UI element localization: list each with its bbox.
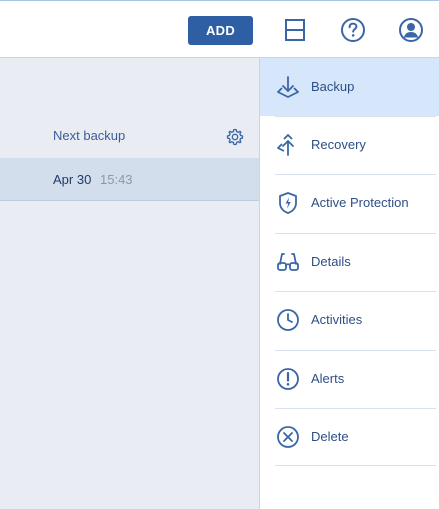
menu-item-label: Recovery — [311, 137, 366, 152]
divider — [275, 291, 436, 292]
divider — [275, 465, 436, 466]
menu-item-label: Active Protection — [311, 195, 409, 210]
divider — [275, 174, 436, 175]
account-icon[interactable] — [398, 17, 424, 43]
alert-icon — [276, 367, 300, 391]
gear-icon[interactable] — [226, 128, 244, 146]
backup-row[interactable]: Apr 30 15:43 — [0, 158, 259, 201]
add-button[interactable]: ADD — [188, 16, 253, 45]
next-backup-label: Next backup — [53, 128, 126, 143]
action-menu: Backup Recovery Active Protection Detail… — [259, 58, 439, 509]
shield-icon — [276, 191, 300, 215]
menu-item-label: Backup — [311, 79, 355, 94]
divider — [275, 350, 436, 351]
menu-item-activities[interactable]: Activities — [260, 291, 439, 349]
menu-item-label: Alerts — [311, 371, 345, 386]
help-icon[interactable] — [340, 17, 366, 43]
menu-item-label: Details — [311, 254, 351, 269]
menu-item-recovery[interactable]: Recovery — [260, 116, 439, 174]
backup-time: 15:43 — [100, 172, 133, 187]
glasses-icon — [276, 250, 300, 274]
recovery-icon — [276, 133, 300, 157]
backup-icon — [276, 75, 300, 99]
divider — [275, 408, 436, 409]
menu-item-active-protection[interactable]: Active Protection — [260, 174, 439, 232]
plan-panel: Next backup Apr 30 15:43 — [0, 58, 259, 509]
menu-item-backup[interactable]: Backup — [260, 58, 439, 116]
menu-item-details[interactable]: Details — [260, 233, 439, 291]
clock-icon — [276, 308, 300, 332]
divider — [275, 233, 436, 234]
menu-item-delete[interactable]: Delete — [260, 408, 439, 466]
menu-item-alerts[interactable]: Alerts — [260, 350, 439, 408]
backup-date: Apr 30 — [53, 172, 92, 187]
top-bar: ADD — [0, 0, 439, 58]
menu-item-label: Activities — [311, 312, 363, 327]
divider — [275, 116, 436, 117]
delete-icon — [276, 425, 300, 449]
layout-icon[interactable] — [282, 17, 308, 43]
menu-item-label: Delete — [311, 429, 349, 444]
